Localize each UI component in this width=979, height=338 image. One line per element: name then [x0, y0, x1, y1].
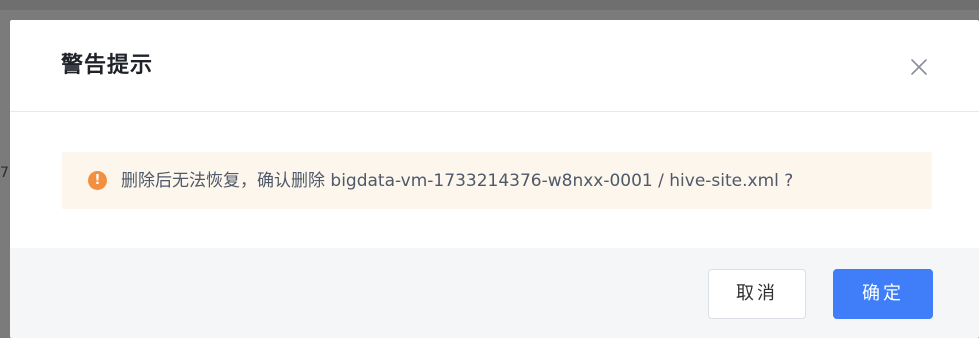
warning-icon: !	[88, 171, 107, 190]
warning-dialog: 警告提示 ! 删除后无法恢复，确认删除 bigdata-vm-173321437…	[10, 20, 979, 338]
cancel-button[interactable]: 取消	[708, 269, 806, 319]
dialog-header: 警告提示	[10, 20, 979, 112]
dialog-body: ! 删除后无法恢复，确认删除 bigdata-vm-1733214376-w8n…	[10, 112, 979, 248]
alert-message: 删除后无法恢复，确认删除 bigdata-vm-1733214376-w8nxx…	[121, 171, 794, 191]
dialog-footer: 取消 确定	[10, 248, 979, 338]
backdrop-edge-text: 7	[0, 165, 8, 181]
confirm-button[interactable]: 确定	[833, 269, 933, 319]
warning-alert: ! 删除后无法恢复，确认删除 bigdata-vm-1733214376-w8n…	[62, 152, 932, 209]
close-button[interactable]	[906, 54, 932, 80]
backdrop-top-strip	[0, 0, 979, 10]
close-icon	[911, 59, 927, 75]
dialog-title: 警告提示	[61, 53, 154, 78]
